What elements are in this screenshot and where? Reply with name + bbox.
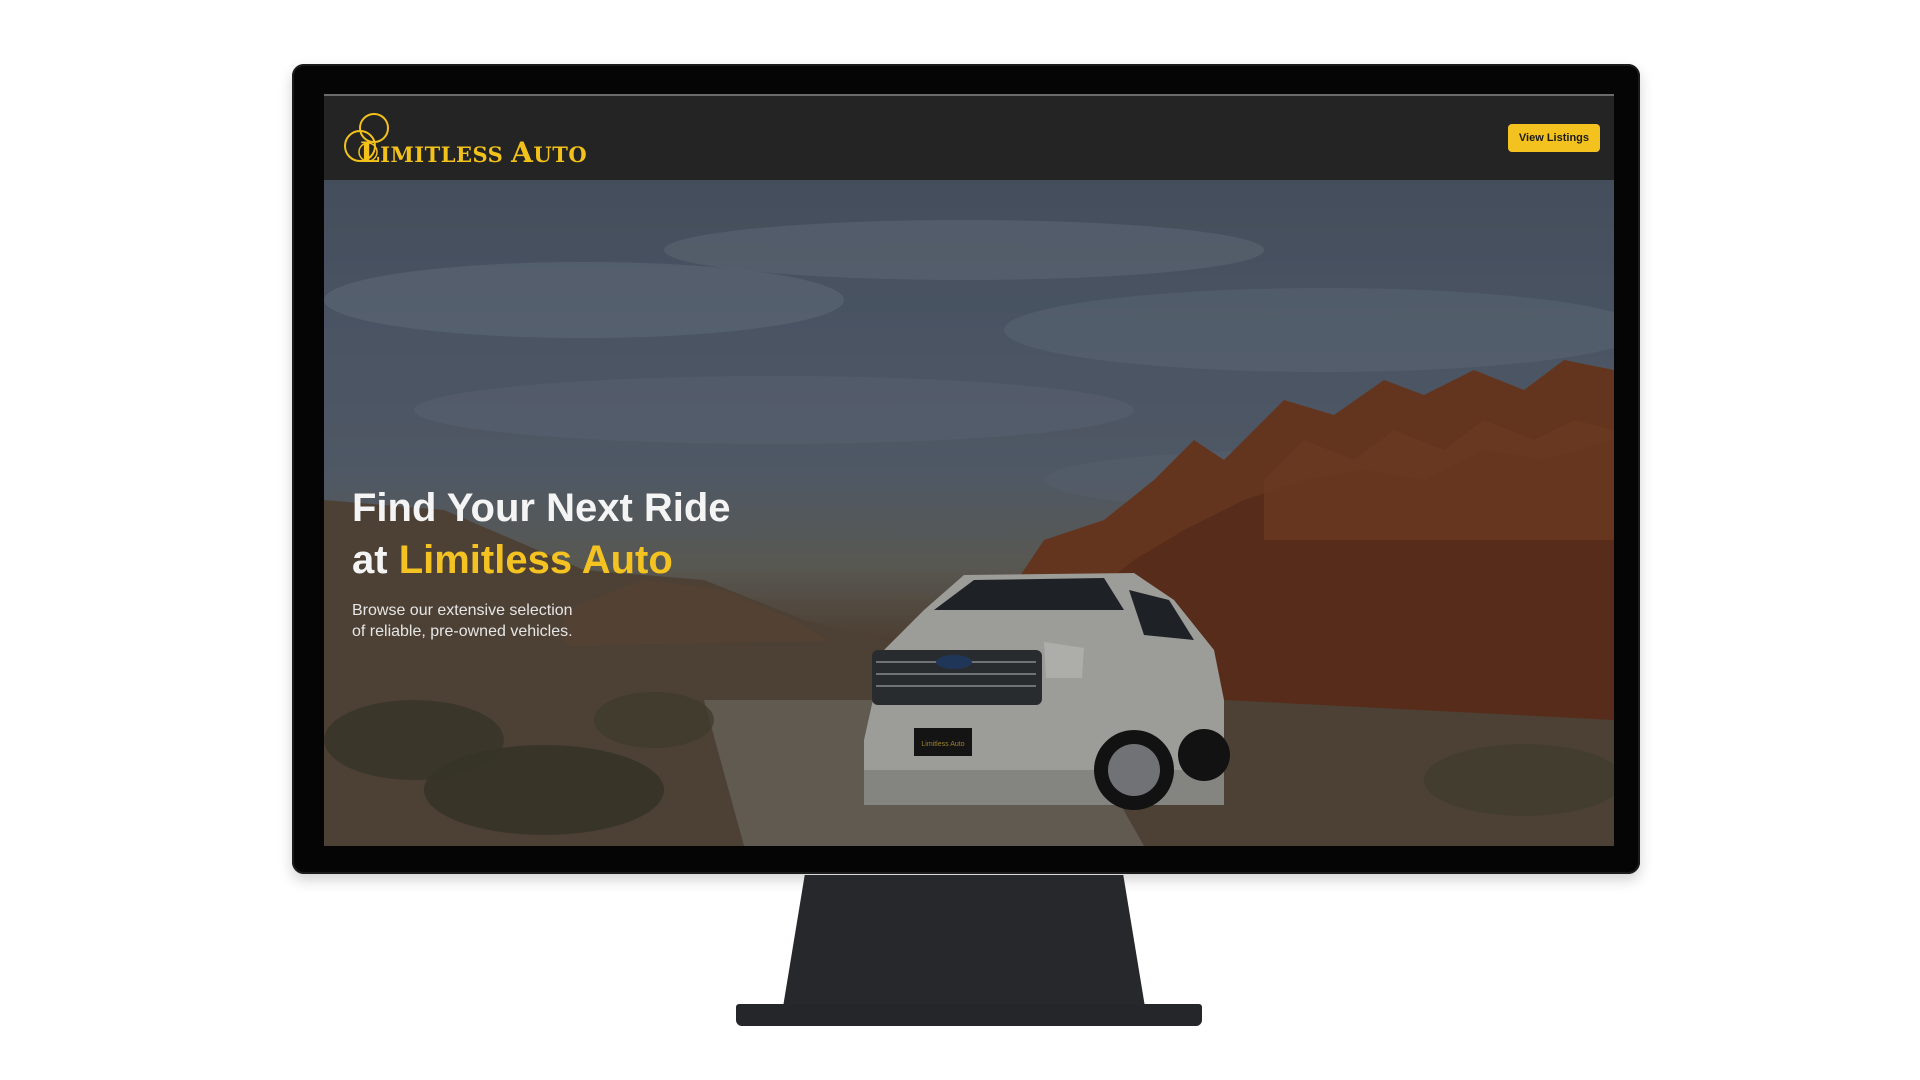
brand-name-second-initial: A — [511, 136, 534, 169]
brand-name-initial: L — [360, 136, 381, 169]
monitor-stand-base — [736, 1004, 1202, 1026]
hero-title-line1: Find Your Next Ride — [352, 486, 731, 530]
website-screen: LIMITLESS AUTO View Listings Limitless A… — [324, 94, 1614, 846]
brand-name-rest: IMITLESS — [380, 142, 504, 167]
hero-subtitle-line1: Browse our extensive selection — [352, 602, 573, 619]
view-listings-button[interactable]: View Listings — [1507, 124, 1600, 152]
brand-name: LIMITLESS AUTO — [360, 136, 587, 169]
brand-name-second-rest: UTO — [533, 142, 588, 167]
hero-content: Find Your Next Ride at Limitless Auto Br… — [352, 482, 731, 642]
hero-subtitle-line2: of reliable, pre-owned vehicles. — [352, 623, 573, 640]
hero-subtitle: Browse our extensive selection of reliab… — [352, 600, 622, 642]
hero-section: Limitless Auto Find Your Next Ride at Li… — [324, 180, 1614, 846]
navbar: LIMITLESS AUTO View Listings — [324, 96, 1614, 180]
hero-title: Find Your Next Ride at Limitless Auto — [352, 482, 731, 586]
hero-title-prefix: at — [352, 538, 399, 582]
hero-title-accent: Limitless Auto — [398, 538, 673, 582]
monitor-stand-neck — [783, 875, 1145, 1007]
